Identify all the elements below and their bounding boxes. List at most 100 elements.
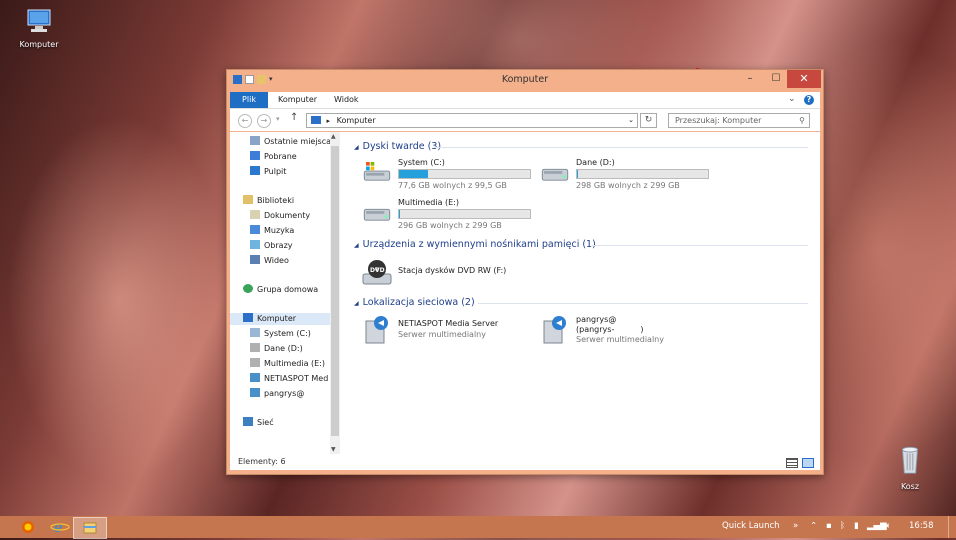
dvd-drive[interactable]: DVD Stacja dysków DVD RW (F:) [362, 256, 562, 288]
drive-icon [250, 343, 260, 352]
scroll-up-icon[interactable]: ▲ [331, 133, 336, 140]
nav-item-downloads[interactable]: Pobrane [250, 151, 297, 163]
taskbar-ie[interactable]: e [44, 517, 76, 537]
network-icon [243, 417, 253, 426]
breadcrumb-separator: ▸ [327, 117, 331, 125]
drive-c-usage-bar [398, 169, 531, 179]
videos-icon [250, 255, 260, 264]
help-icon[interactable]: ? [804, 95, 814, 105]
nav-item-computer[interactable]: Komputer [230, 313, 330, 325]
large-icons-view-icon[interactable] [802, 458, 814, 468]
address-row: ← → ▾ ↑ ▸ Komputer ⌄ ↻ Przeszukaj: Kompu… [230, 109, 820, 131]
nav-item-pictures[interactable]: Obrazy [250, 240, 293, 252]
content-pane: ◢Dyski twarde (3) System (C:) 77,6 GB wo… [348, 132, 816, 454]
show-desktop-button[interactable] [948, 516, 956, 538]
network-signal-icon[interactable]: ▂▄▆ [867, 521, 887, 531]
collapse-icon: ◢ [354, 144, 359, 151]
nav-item-pangrys[interactable]: pangrys@ [250, 388, 304, 400]
documents-icon [250, 210, 260, 219]
search-input[interactable]: Przeszukaj: Komputer ⚲ [668, 113, 810, 128]
tray-app-icon[interactable]: ▪ [826, 521, 832, 531]
nav-item-network[interactable]: Sieć [243, 417, 274, 429]
nav-item-videos[interactable]: Wideo [250, 255, 289, 267]
drive-c[interactable]: System (C:) 77,6 GB wolnych z 99,5 GB [362, 158, 532, 192]
battery-icon[interactable]: ▮ [854, 521, 859, 531]
navigation-pane: Ostatnie miejsca Pobrane Pulpit Bibliote… [230, 132, 330, 454]
back-button[interactable]: ← [238, 114, 252, 128]
taskbar-firefox[interactable] [12, 517, 44, 537]
media-server-icon [540, 315, 570, 345]
close-button[interactable]: ✕ [787, 70, 821, 88]
refresh-button[interactable]: ↻ [640, 113, 657, 128]
maximize-button[interactable]: ☐ [763, 70, 789, 88]
tab-computer[interactable]: Komputer [270, 92, 325, 108]
scroll-down-icon[interactable]: ▼ [331, 446, 336, 453]
drive-d-name: Dane (D:) [576, 158, 615, 167]
pangrys-name-line2: (pangrys-) [576, 325, 643, 334]
collapse-icon: ◢ [354, 242, 359, 249]
window-body: Ostatnie miejsca Pobrane Pulpit Bibliote… [230, 132, 820, 470]
window-title: Komputer [227, 74, 823, 85]
quick-launch-label[interactable]: Quick Launch [722, 521, 780, 531]
group-network[interactable]: ◢Lokalizacja sieciowa (2) [354, 297, 475, 308]
hard-drive-icon [362, 202, 392, 222]
nav-item-drive-e[interactable]: Multimedia (E:) [250, 358, 325, 370]
up-button[interactable]: ↑ [290, 112, 298, 123]
tab-file[interactable]: Plik [230, 92, 268, 108]
group-hard-drives[interactable]: ◢Dyski twarde (3) [354, 141, 441, 152]
tab-view[interactable]: Widok [326, 92, 367, 108]
nav-item-libraries[interactable]: Biblioteki [243, 195, 294, 207]
desktop-recycle-label: Kosz [880, 482, 940, 491]
desktop-computer-icon[interactable]: Komputer [9, 8, 69, 49]
music-icon [250, 225, 260, 234]
network-item-pangrys[interactable]: pangrys@ (pangrys-) Serwer multimedialny [540, 315, 710, 355]
details-view-icon[interactable] [786, 458, 798, 468]
nav-item-desktop[interactable]: Pulpit [250, 166, 286, 178]
show-hidden-icons[interactable]: ⌃ [810, 521, 817, 531]
forward-button[interactable]: → [257, 114, 271, 128]
drive-d[interactable]: Dane (D:) 298 GB wolnych z 299 GB [540, 158, 710, 192]
breadcrumb-computer[interactable]: Komputer [337, 116, 376, 125]
taskbar: e Quick Launch » ⌃ ▪ ᛒ ▮ ▂▄▆ 🔈︎ 16:58 [0, 516, 956, 538]
pictures-icon [250, 240, 260, 249]
quick-launch-chevron[interactable]: » [793, 521, 798, 531]
nav-item-documents[interactable]: Dokumenty [250, 210, 310, 222]
internet-explorer-icon: e [44, 517, 76, 537]
nav-item-homegroup[interactable]: Grupa domowa [243, 284, 318, 296]
drive-e[interactable]: Multimedia (E:) 296 GB wolnych z 299 GB [362, 198, 532, 232]
desktop-computer-label: Komputer [9, 40, 69, 49]
volume-icon[interactable]: 🔈︎ [886, 521, 891, 531]
drive-icon [250, 358, 260, 367]
group-removable[interactable]: ◢Urządzenia z wymiennymi nośnikami pamię… [354, 239, 596, 250]
drive-e-usage-bar [398, 209, 531, 219]
minimize-button[interactable]: – [737, 70, 763, 88]
homegroup-icon [243, 284, 253, 293]
drive-c-name: System (C:) [398, 158, 445, 167]
recent-dropdown-icon[interactable]: ▾ [276, 115, 280, 123]
title-bar[interactable]: ▾ Komputer – ☐ ✕ [227, 70, 823, 90]
desktop-recycle-bin[interactable]: Kosz [880, 444, 940, 491]
ribbon-expand-icon[interactable]: ⌄ [788, 94, 796, 104]
firefox-icon [12, 517, 44, 537]
bluetooth-icon[interactable]: ᛒ [840, 521, 845, 531]
network-item-netiaspot[interactable]: NETIASPOT Media Server Serwer multimedia… [362, 315, 532, 349]
nav-item-recent[interactable]: Ostatnie miejsca [250, 136, 330, 148]
file-explorer-icon [74, 518, 106, 538]
drive-e-usage-fill [399, 210, 400, 218]
media-server-icon [362, 315, 392, 345]
ribbon-tabs: Plik Komputer Widok ⌄ ? [230, 92, 820, 109]
clock[interactable]: 16:58 [909, 521, 934, 531]
nav-item-drive-d[interactable]: Dane (D:) [250, 343, 303, 355]
libraries-icon [243, 195, 253, 204]
scroll-thumb[interactable] [331, 146, 339, 436]
nav-item-drive-c[interactable]: System (C:) [250, 328, 311, 340]
drive-d-usage-bar [576, 169, 709, 179]
drive-c-free: 77,6 GB wolnych z 99,5 GB [398, 181, 507, 190]
nav-item-music[interactable]: Muzyka [250, 225, 294, 237]
recycle-bin-icon [895, 444, 925, 476]
nav-scrollbar[interactable]: ▲ ▼ [330, 132, 340, 454]
nav-item-netiaspot[interactable]: NETIASPOT Med [250, 373, 328, 385]
address-dropdown-icon[interactable]: ⌄ [628, 114, 634, 127]
taskbar-explorer[interactable] [73, 517, 107, 539]
address-bar[interactable]: ▸ Komputer ⌄ [306, 113, 638, 128]
